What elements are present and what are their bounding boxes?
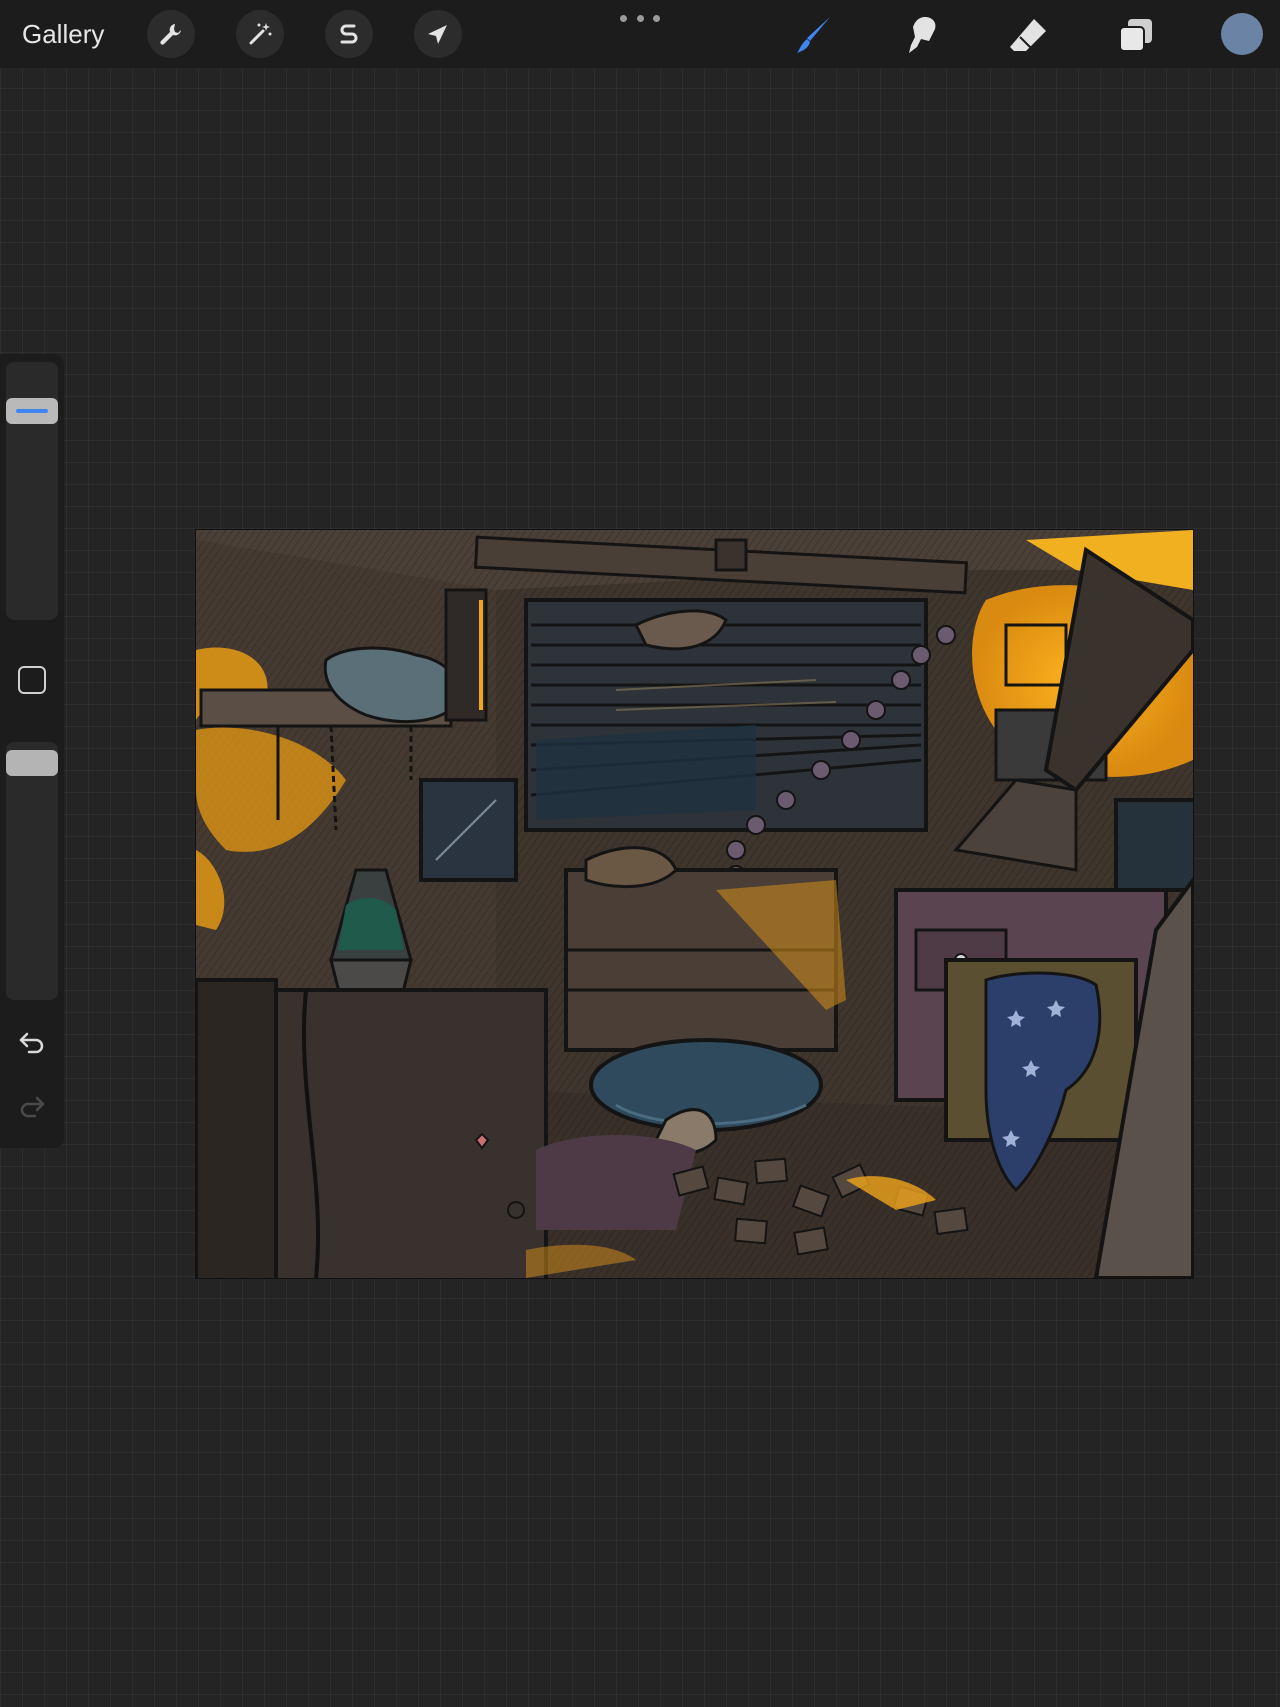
brush-size-slider[interactable] (6, 362, 58, 620)
actions-button[interactable] (147, 10, 195, 58)
undo-icon (19, 1032, 44, 1054)
dot-icon (620, 14, 627, 22)
brush-icon (797, 17, 830, 53)
gallery-button[interactable]: Gallery (22, 14, 104, 54)
undo-button[interactable] (14, 1024, 50, 1060)
brush-opacity-slider[interactable] (6, 742, 58, 1000)
eraser-icon (1010, 19, 1046, 51)
modify-square-icon[interactable] (18, 666, 46, 694)
top-toolbar: Gallery (0, 0, 1280, 68)
color-picker-button[interactable] (1221, 13, 1263, 55)
artwork-illustration (196, 530, 1193, 1278)
wrench-icon (160, 24, 181, 45)
brush-opacity-thumb[interactable] (6, 750, 58, 776)
redo-button[interactable] (14, 1088, 50, 1124)
more-options-button[interactable] (620, 8, 660, 28)
smudge-tool-button[interactable] (896, 10, 946, 60)
left-sidebar (0, 354, 64, 1148)
adjustments-button[interactable] (236, 10, 284, 58)
selection-button[interactable] (325, 10, 373, 58)
brush-size-thumb[interactable] (6, 398, 58, 424)
dot-icon (636, 14, 644, 22)
drawing-canvas[interactable] (196, 530, 1193, 1278)
layers-icon (1119, 19, 1152, 52)
dot-icon (653, 14, 660, 22)
arrow-cursor-icon (428, 25, 447, 44)
redo-icon (20, 1096, 45, 1118)
paint-tool-button[interactable] (789, 10, 839, 60)
smudge-finger-icon (909, 17, 936, 53)
transform-button[interactable] (414, 10, 462, 58)
selection-s-icon (340, 24, 358, 44)
eraser-tool-button[interactable] (1003, 10, 1053, 60)
layers-button[interactable] (1111, 10, 1161, 60)
magic-wand-icon (249, 23, 272, 45)
